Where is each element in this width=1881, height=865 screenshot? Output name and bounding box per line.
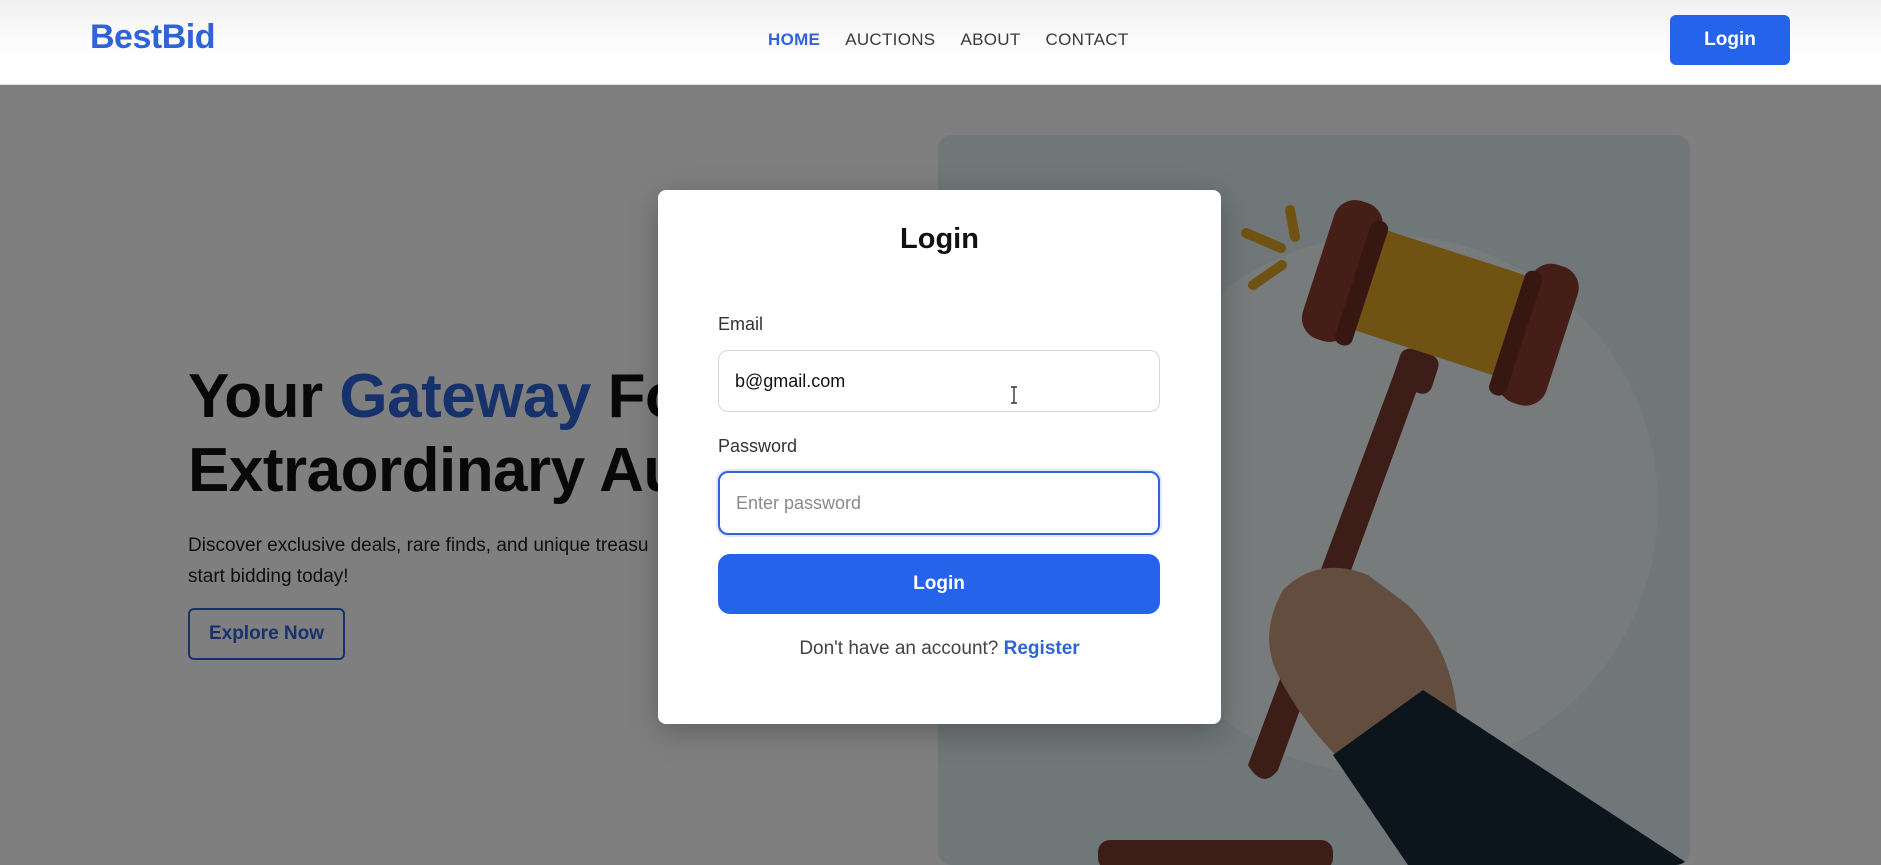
email-label: Email	[718, 314, 764, 334]
navbar: BestBid HOME AUCTIONS ABOUT CONTACT Logi…	[0, 0, 1881, 85]
text-cursor-icon	[1011, 386, 1017, 404]
register-link[interactable]: Register	[1004, 638, 1080, 659]
login-submit-button[interactable]: Login	[718, 554, 1160, 614]
password-label: Password	[718, 436, 798, 456]
nav-login-button[interactable]: Login	[1670, 15, 1790, 65]
nav-link-home[interactable]: HOME	[768, 30, 820, 50]
modal-title: Login	[900, 223, 979, 255]
register-prompt: Don't have an account?	[799, 638, 1004, 659]
logo[interactable]: BestBid	[90, 18, 215, 57]
nav-link-about[interactable]: ABOUT	[960, 30, 1020, 50]
nav-link-auctions[interactable]: AUCTIONS	[845, 30, 935, 50]
nav-links: HOME AUCTIONS ABOUT CONTACT	[768, 30, 1129, 50]
email-field[interactable]	[718, 350, 1160, 412]
register-row: Don't have an account? Register	[658, 638, 1221, 660]
password-field[interactable]	[718, 471, 1160, 535]
nav-link-contact[interactable]: CONTACT	[1046, 30, 1129, 50]
login-modal: Login Email Password Login Don't have an…	[658, 190, 1221, 724]
